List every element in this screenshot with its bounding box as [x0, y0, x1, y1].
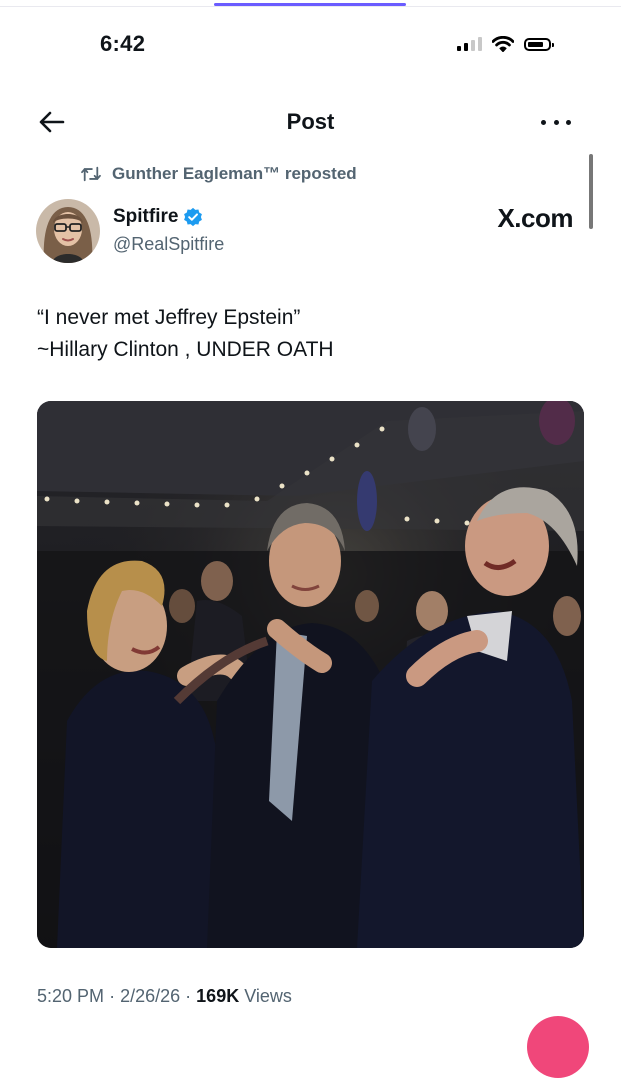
status-time: 6:42 [100, 31, 146, 56]
author-name-text: Spitfire [113, 206, 179, 227]
wifi-icon [492, 36, 514, 52]
battery-icon [524, 37, 554, 51]
verified-badge-icon [184, 207, 203, 227]
post-text-line-1: “I never met Jeffrey Epstein” [37, 306, 301, 329]
more-horizontal-icon [541, 119, 546, 125]
meta-separator: · [109, 986, 116, 1006]
repost-icon [81, 166, 101, 182]
meta-separator: · [185, 986, 192, 1006]
compose-button[interactable] [527, 1016, 589, 1078]
author-name[interactable]: Spitfire [113, 206, 203, 228]
post-date: 2/26/26 [120, 986, 181, 1006]
avatar-image [36, 199, 100, 263]
page-title: Post [286, 109, 335, 134]
top-divider [0, 6, 621, 7]
repost-banner[interactable]: Gunther Eagleman™ reposted [80, 164, 357, 184]
views-count[interactable]: 169K [196, 986, 239, 1006]
more-options-button[interactable] [541, 112, 571, 132]
repost-text: Gunther Eagleman™ reposted [112, 164, 357, 183]
avatar[interactable] [36, 199, 100, 263]
views-label: Views [244, 986, 292, 1006]
status-icons [457, 36, 554, 52]
source-watermark: X.com [497, 203, 573, 233]
post-time: 5:20 PM [37, 986, 105, 1006]
post-photo[interactable] [37, 401, 584, 948]
scroll-indicator [589, 154, 593, 229]
cellular-signal-icon [457, 37, 482, 51]
post-meta: 5:20 PM · 2/26/26 · 169K Views [37, 986, 292, 1007]
party-photo [37, 401, 584, 948]
post-text-line-2: ~Hillary Clinton , UNDER OATH [37, 338, 334, 361]
post-text: “I never met Jeffrey Epstein” ~Hillary C… [37, 302, 334, 366]
author-handle[interactable]: @RealSpitfire [113, 234, 224, 255]
